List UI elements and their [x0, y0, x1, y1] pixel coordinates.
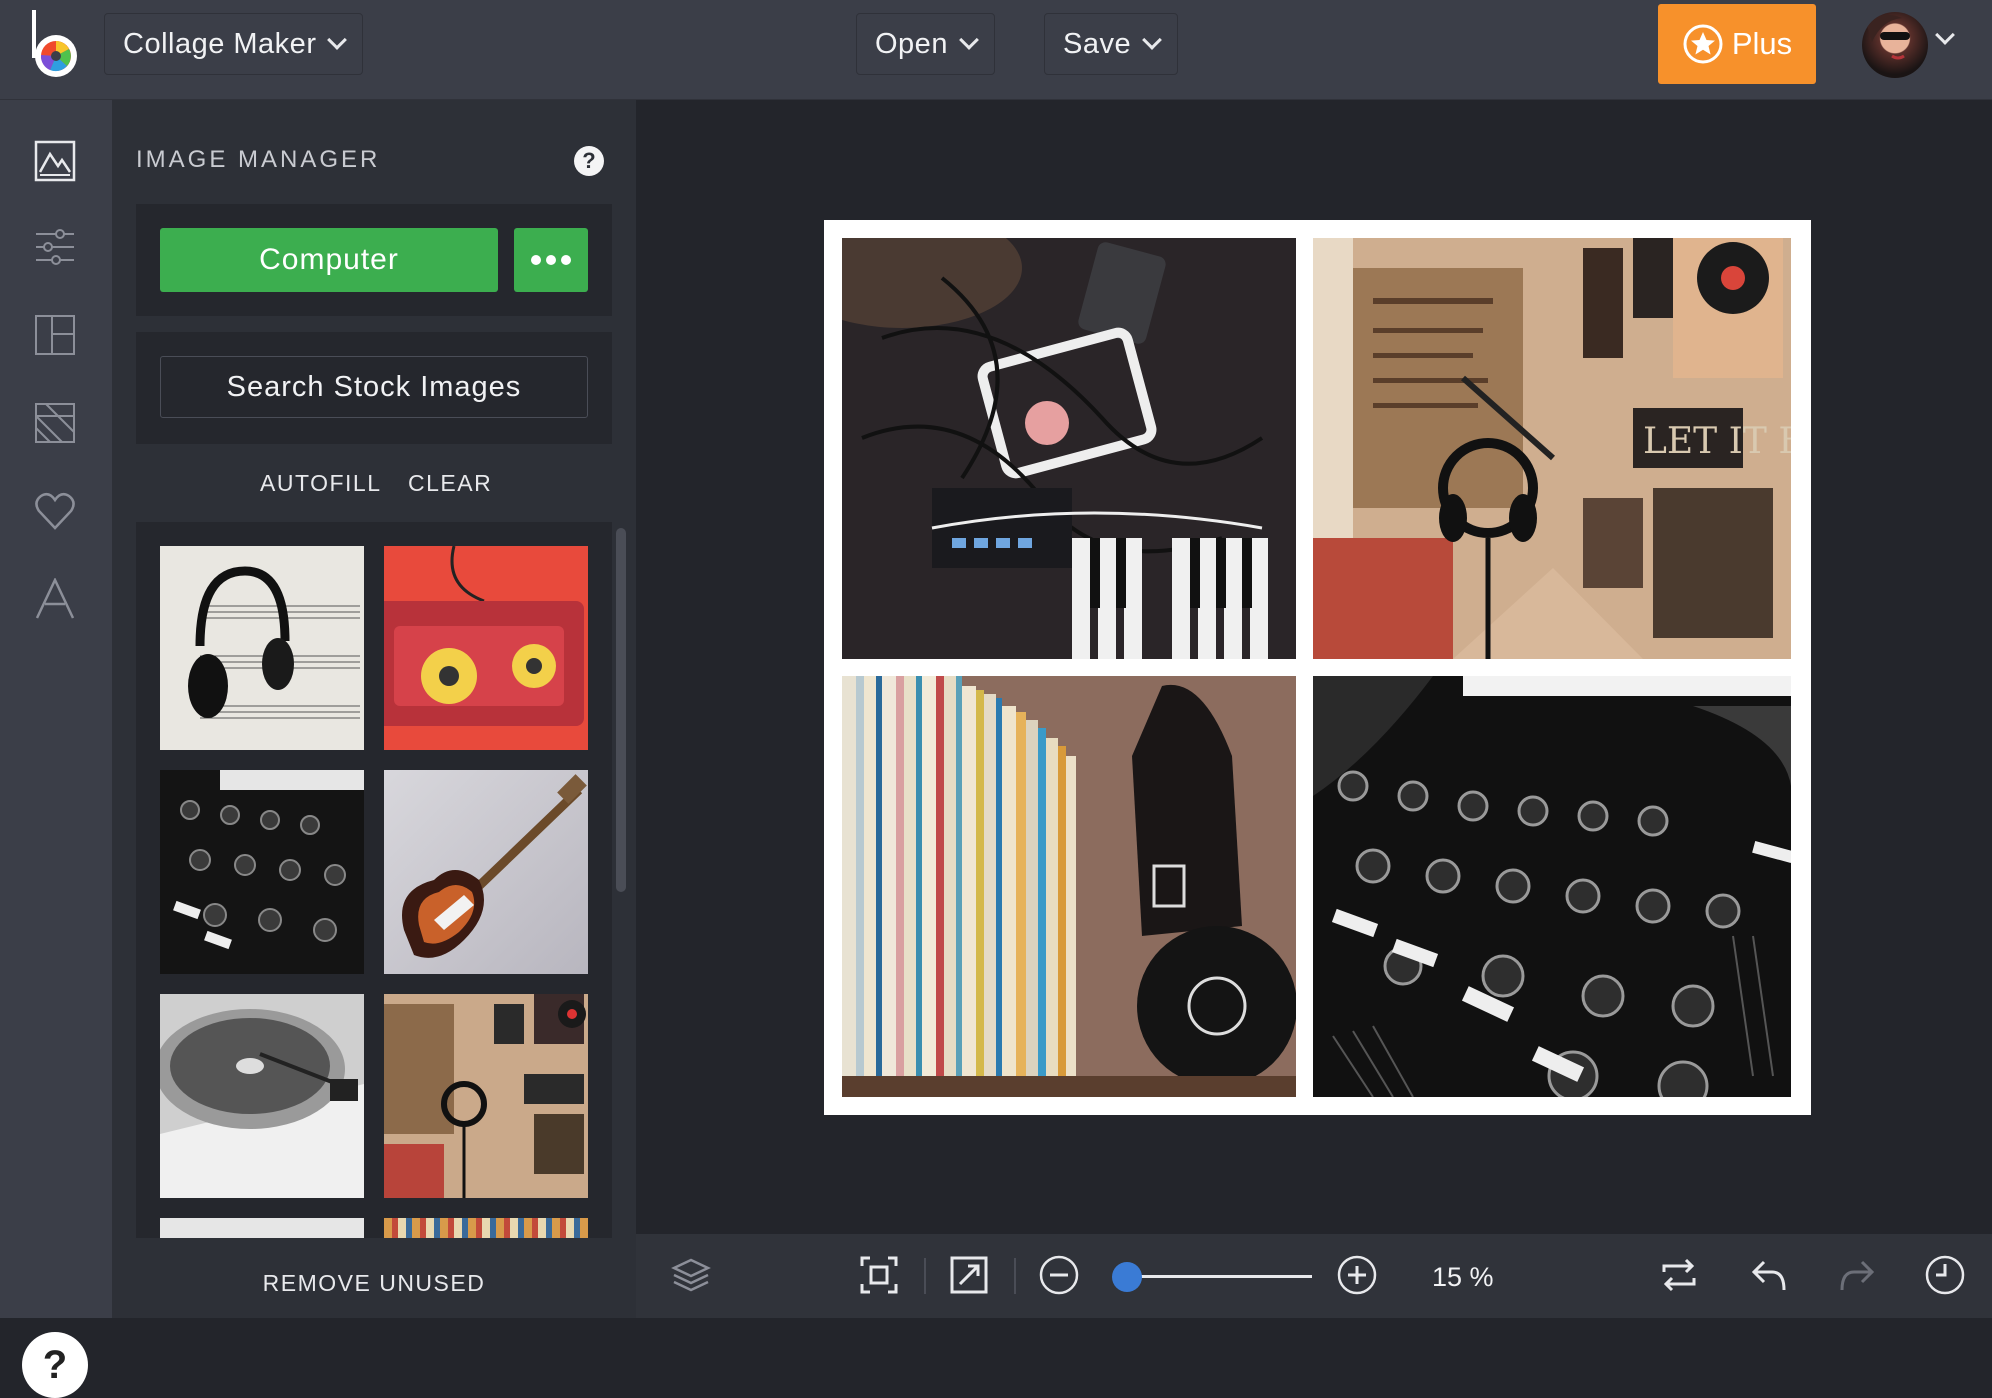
autofill-link[interactable]: AUTOFILL: [260, 470, 382, 497]
thumbnail-image[interactable]: [160, 770, 364, 974]
background-icon[interactable]: [34, 402, 76, 444]
thumbnail-image[interactable]: [160, 1218, 364, 1238]
layout-icon[interactable]: [34, 314, 76, 356]
svg-text:LET IT BE: LET IT BE: [1643, 421, 1791, 462]
stock-box: Search Stock Images: [136, 332, 612, 444]
adjust-sliders-icon[interactable]: [34, 226, 76, 268]
user-avatar[interactable]: [1862, 12, 1928, 78]
heart-icon[interactable]: [34, 490, 76, 532]
chevron-down-icon: [327, 30, 348, 50]
zoom-out-icon[interactable]: [1038, 1254, 1080, 1296]
bottom-toolbar: 15 %: [636, 1234, 1992, 1318]
image-manager-panel: IMAGE MANAGER ? Computer Search Stock Im…: [112, 100, 636, 1318]
upload-computer-button[interactable]: Computer: [160, 228, 498, 292]
text-icon[interactable]: [34, 578, 76, 620]
history-icon[interactable]: [1924, 1254, 1966, 1296]
thumbnail-image[interactable]: [384, 770, 588, 974]
collage-canvas[interactable]: LET IT BE: [824, 220, 1811, 1115]
redo-icon[interactable]: [1836, 1254, 1878, 1296]
chevron-down-icon: [959, 30, 979, 50]
swap-icon[interactable]: [1658, 1254, 1700, 1296]
resize-icon[interactable]: [948, 1254, 990, 1296]
thumbnail-scrollbar[interactable]: [616, 528, 626, 892]
zoom-level-label: 15 %: [1432, 1262, 1494, 1292]
thumbnail-image[interactable]: [384, 994, 588, 1198]
panel-help-icon[interactable]: ?: [574, 146, 604, 176]
toolbar-divider: [1014, 1258, 1016, 1294]
upload-box: Computer: [136, 204, 612, 316]
toolbar-divider: [924, 1258, 926, 1294]
collage-cell[interactable]: [1313, 676, 1791, 1097]
befunky-logo-icon[interactable]: [30, 8, 82, 80]
thumbnail-image[interactable]: [384, 546, 588, 750]
remove-unused-link[interactable]: REMOVE UNUSED: [112, 1270, 636, 1297]
collage-cell[interactable]: [842, 676, 1296, 1097]
plus-label: Plus: [1731, 26, 1793, 61]
fit-to-screen-icon[interactable]: [858, 1254, 900, 1296]
thumbnail-image[interactable]: [160, 994, 364, 1198]
open-dropdown[interactable]: Open: [856, 13, 995, 75]
mode-dropdown[interactable]: Collage Maker: [104, 13, 364, 75]
zoom-in-icon[interactable]: [1336, 1254, 1378, 1296]
more-dots-icon: [531, 255, 541, 265]
star-badge-icon: [1683, 24, 1723, 64]
chevron-down-icon: [1142, 30, 1163, 50]
mode-label: Collage Maker: [123, 27, 317, 60]
save-label: Save: [1063, 27, 1132, 60]
image-icon[interactable]: [34, 140, 76, 182]
collage-cell[interactable]: LET IT BE: [1313, 238, 1791, 659]
panel-title: IMAGE MANAGER: [136, 146, 381, 173]
thumbnail-image[interactable]: [160, 546, 364, 750]
more-sources-button[interactable]: [514, 228, 588, 292]
canvas-area: LET IT BE: [636, 100, 1992, 1234]
layers-icon[interactable]: [670, 1254, 712, 1296]
open-label: Open: [875, 27, 948, 60]
save-dropdown[interactable]: Save: [1044, 13, 1179, 75]
top-bar: Collage Maker Open Save Plus: [0, 0, 1992, 100]
thumbnail-grid: [136, 522, 612, 1238]
plus-upgrade-button[interactable]: Plus: [1658, 4, 1816, 84]
zoom-slider-track[interactable]: [1122, 1275, 1312, 1278]
help-button[interactable]: ?: [22, 1332, 88, 1398]
thumbnail-image[interactable]: [384, 1218, 588, 1238]
zoom-slider-handle[interactable]: [1112, 1262, 1142, 1292]
avatar-chevron-down-icon[interactable]: [1935, 25, 1955, 45]
tool-rail: ?: [0, 100, 112, 1398]
clear-link[interactable]: CLEAR: [408, 470, 492, 497]
undo-icon[interactable]: [1748, 1254, 1790, 1296]
collage-cell[interactable]: [842, 238, 1296, 659]
search-stock-images-button[interactable]: Search Stock Images: [160, 356, 588, 418]
